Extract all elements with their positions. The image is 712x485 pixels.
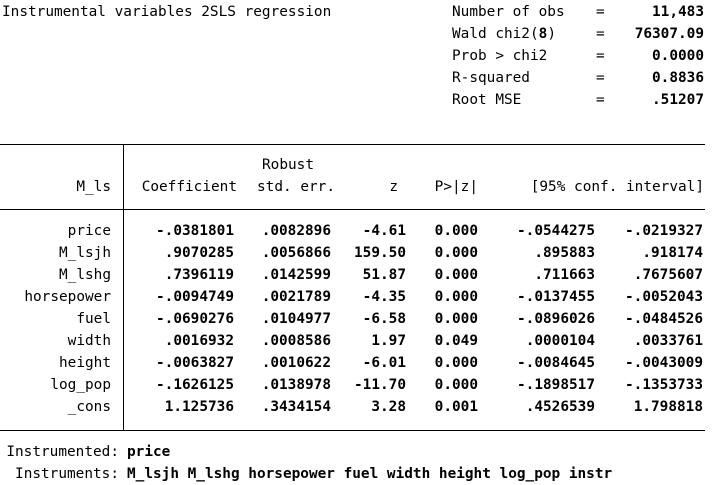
pvalue-cell: 0.001 xyxy=(434,399,478,415)
stat-label: R-squared xyxy=(452,70,530,86)
ci-lower-cell: .895883 xyxy=(534,245,595,261)
table-top-rule xyxy=(0,144,705,145)
ci-lower-cell: .4526539 xyxy=(525,399,595,415)
variable-name: fuel xyxy=(76,311,111,327)
ci-upper-cell: -.0219327 xyxy=(625,223,703,239)
variable-name: horsepower xyxy=(24,289,111,305)
ci-lower-cell: .0000104 xyxy=(525,333,595,349)
stat-label: Number of obs xyxy=(452,4,565,20)
instrumented-label: Instrumented: xyxy=(6,444,119,460)
ci-upper-cell: -.0484526 xyxy=(625,311,703,327)
ci-lower-cell: .711663 xyxy=(534,267,595,283)
instrumented-value: price xyxy=(127,444,171,460)
pvalue-cell: 0.000 xyxy=(434,223,478,239)
table-bottom-rule xyxy=(0,430,705,431)
pvalue-cell: 0.000 xyxy=(434,289,478,305)
header-z: z xyxy=(389,179,398,195)
instruments-label: Instruments: xyxy=(15,466,119,482)
stat-value: 11,483 xyxy=(652,4,704,20)
pvalue-cell: 0.000 xyxy=(434,377,478,393)
pvalue-cell: 0.000 xyxy=(434,355,478,371)
stat-label: Root MSE xyxy=(452,92,522,108)
ci-upper-cell: 1.798818 xyxy=(633,399,703,415)
ci-lower-cell: -.1898517 xyxy=(517,377,595,393)
ci-upper-cell: .0033761 xyxy=(633,333,703,349)
variable-name: height xyxy=(59,355,111,371)
stat-label: Prob > chi2 xyxy=(452,48,548,64)
ci-upper-cell: .918174 xyxy=(642,245,703,261)
pvalue-cell: 0.000 xyxy=(434,267,478,283)
table-header-rule xyxy=(0,209,705,210)
ci-lower-cell: -.0544275 xyxy=(517,223,595,239)
ci-upper-cell: -.1353733 xyxy=(625,377,703,393)
stat-value: 76307.09 xyxy=(634,26,704,42)
variable-name: log_pop xyxy=(50,377,111,393)
ci-upper-cell: -.0043009 xyxy=(625,355,703,371)
instruments-value: M_lsjh M_lshg horsepower fuel width heig… xyxy=(127,466,613,482)
stat-value: 0.0000 xyxy=(652,48,704,64)
header-conf-interval: [95% conf. interval] xyxy=(530,179,704,195)
header-std-err: std. err. xyxy=(257,179,335,195)
pvalue-cell: 0.000 xyxy=(434,245,478,261)
dependent-variable: M_ls xyxy=(76,179,111,195)
variable-name: _cons xyxy=(67,399,111,415)
ci-lower-cell: -.0896026 xyxy=(517,311,595,327)
stat-value: 0.8836 xyxy=(652,70,704,86)
variable-name: width xyxy=(67,333,111,349)
stat-label: Wald chi2(8) xyxy=(452,26,556,42)
regression-title: Instrumental variables 2SLS regression xyxy=(2,4,332,20)
degrees-of-freedom: 8 xyxy=(538,26,548,42)
header-coefficient: Coefficient xyxy=(141,179,237,195)
stat-value: .51207 xyxy=(652,92,704,108)
variable-name: M_lshg xyxy=(59,267,111,283)
ci-upper-cell: -.0052043 xyxy=(625,289,703,305)
ci-lower-cell: -.0137455 xyxy=(517,289,595,305)
pvalue-cell: 0.000 xyxy=(434,311,478,327)
variable-name: price xyxy=(67,223,111,239)
variable-name: M_lsjh xyxy=(59,245,111,261)
ci-lower-cell: -.0084645 xyxy=(517,355,595,371)
robust-label: Robust xyxy=(262,157,314,173)
header-pvalue: P>|z| xyxy=(434,179,478,195)
pvalue-cell: 0.049 xyxy=(434,333,478,349)
ci-upper-cell: .7675607 xyxy=(633,267,703,283)
